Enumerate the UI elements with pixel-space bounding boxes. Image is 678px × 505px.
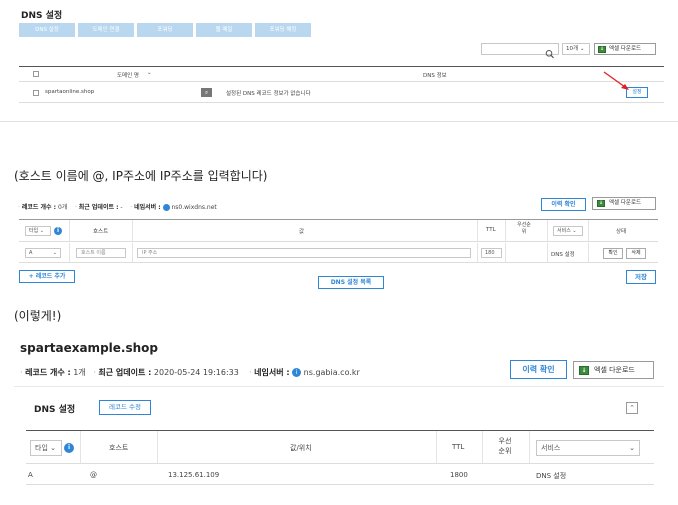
type-filter-select[interactable]: 타입 ⌄ xyxy=(30,440,62,456)
domain-title: spartaexample.shop xyxy=(20,341,158,355)
row-type: A xyxy=(29,250,33,256)
record-table-header: 타입 ⌄ i 호스트 값 TTL 우선순위 서비스 ⌄ 상태 xyxy=(19,220,658,242)
row-checkbox[interactable] xyxy=(33,90,39,96)
caption-instruction: (호스트 이름에 @, IP주소에 IP주소를 입력합니다) xyxy=(14,169,268,183)
header-host: 호스트 xyxy=(93,229,109,235)
header-priority: 우선순위 xyxy=(517,222,531,235)
nameserver-value: ns0.wixdns.net xyxy=(171,204,217,211)
table-row: A @ 13.125.61.109 1800 DNS 설정 xyxy=(26,465,654,485)
header-type: 타입 xyxy=(29,228,39,234)
host-input[interactable]: 호스트 이름 xyxy=(76,248,126,258)
row-service: DNS 설정 xyxy=(536,472,567,480)
excel-download-button[interactable]: ↓ 엑셀 다운로드 xyxy=(573,361,654,379)
settings-tabs: DNS 설정 도메인 연결 포워딩 웹 메일 포워딩 해킹 xyxy=(19,23,311,37)
excel-download-button[interactable]: ↓ 엑셀 다운로드 xyxy=(594,43,656,55)
ip-address-input[interactable]: IP 주소 xyxy=(137,248,471,258)
excel-icon: ↓ xyxy=(598,45,606,53)
header-ttl: TTL xyxy=(452,443,465,451)
add-record-button[interactable]: + 레코드 추가 xyxy=(19,270,75,283)
type-select[interactable]: A ⌄ xyxy=(25,248,61,258)
row-type: A xyxy=(28,471,33,479)
row-service: DNS 설정 xyxy=(551,252,575,258)
excel-icon: ↓ xyxy=(597,200,605,207)
collapse-icon[interactable]: ⌃ xyxy=(626,402,638,414)
domain-table: 도메인 명 ⌄ DNS 정보 spartaonline.shop 설정된 DNS… xyxy=(19,64,664,120)
info-icon: i xyxy=(292,368,302,377)
info-icon[interactable]: i xyxy=(54,227,62,235)
sort-icon[interactable]: ⌄ xyxy=(147,70,152,76)
table-row: spartaonline.shop 설정된 DNS 레코드 정보가 없습니다 xyxy=(19,83,664,103)
record-table-header: 타입 ⌄ i 호스트 값/위치 TTL 우선순위 서비스 ⌄ xyxy=(26,431,654,464)
header-status: 상태 xyxy=(616,229,627,235)
row-value: 13.125.61.109 xyxy=(168,471,220,479)
nameserver-label: 네임서버 : xyxy=(254,368,290,377)
header-value: 값/위치 xyxy=(290,444,312,452)
excel-download-label: 엑셀 다운로드 xyxy=(609,46,642,52)
last-update-label: 최근 업데이트 : xyxy=(98,368,152,377)
info-icon[interactable]: i xyxy=(64,443,74,453)
type-filter-select[interactable]: 타입 ⌄ xyxy=(25,226,51,236)
row-ttl: 180 xyxy=(485,250,495,256)
record-summary: · 레코드 개수 : 1개 · 최근 업데이트 : 2020-05-24 19:… xyxy=(20,368,360,377)
header-service: 서비스 xyxy=(557,228,571,234)
dns-settings-list-button[interactable]: DNS 설정 목록 xyxy=(318,276,384,289)
row-ttl: 1800 xyxy=(450,471,468,479)
caption-example: (이렇게!) xyxy=(14,309,62,323)
last-update-value: 2020-05-24 19:16:33 xyxy=(153,368,239,377)
record-count-value: 1개 xyxy=(73,368,86,377)
tab-forwarding[interactable]: 포워딩 xyxy=(137,23,193,37)
per-page-value: 10개 xyxy=(566,46,579,52)
excel-download-button[interactable]: ↓ 엑셀 다운로드 xyxy=(592,197,656,210)
info-icon xyxy=(162,204,170,211)
dns-settings-heading: DNS 설정 xyxy=(34,405,76,415)
chevron-down-icon: ⌄ xyxy=(629,444,635,452)
last-update-value: - xyxy=(120,204,123,211)
record-summary: · 레코드 개수 : 0개 · 최근 업데이트 : - · 네임서버 : ns0… xyxy=(18,204,217,211)
last-update-label: 최근 업데이트 : xyxy=(78,204,119,211)
tab-domain-connect[interactable]: 도메인 연결 xyxy=(78,23,134,37)
header-type: 타입 xyxy=(35,444,48,452)
confirm-button[interactable]: 확인 xyxy=(603,248,623,259)
history-button[interactable]: 이력 확인 xyxy=(510,360,567,379)
tab-webmail[interactable]: 웹 메일 xyxy=(196,23,252,37)
record-count-label: 레코드 개수 : xyxy=(21,204,57,211)
record-count-label: 레코드 개수 : xyxy=(25,368,71,377)
edit-record-button[interactable]: 레코드 수정 xyxy=(99,400,151,415)
search-icon[interactable]: ⌕ xyxy=(201,88,212,97)
row-host: @ xyxy=(90,471,97,479)
header-domain-name: 도메인 명 xyxy=(117,73,139,79)
domain-table-header: 도메인 명 ⌄ DNS 정보 xyxy=(19,67,664,82)
per-page-select[interactable]: 10개 ⌄ xyxy=(562,43,590,55)
select-all-checkbox[interactable] xyxy=(33,71,39,77)
service-filter-select[interactable]: 서비스 ⌄ xyxy=(536,440,640,456)
save-button[interactable]: 저장 xyxy=(626,270,656,284)
header-service: 서비스 xyxy=(541,444,561,452)
chevron-down-icon: ⌄ xyxy=(579,46,585,52)
nameserver-value: ns.gabia.co.kr xyxy=(303,368,360,377)
chevron-down-icon: ⌄ xyxy=(52,250,57,256)
excel-icon: ↓ xyxy=(579,366,589,375)
section-divider xyxy=(0,121,678,122)
excel-download-label: 엑셀 다운로드 xyxy=(609,200,642,206)
delete-button[interactable]: 삭제 xyxy=(626,248,646,259)
row-domain-name: spartaonline.shop xyxy=(45,89,95,95)
search-icon[interactable] xyxy=(543,44,557,59)
header-ttl: TTL xyxy=(486,227,496,233)
header-priority: 우선순위 xyxy=(498,437,512,455)
header-host: 호스트 xyxy=(109,444,129,452)
excel-download-label: 엑셀 다운로드 xyxy=(594,366,635,374)
red-arrow-annotation xyxy=(603,71,629,90)
table-row: A ⌄ 호스트 이름 IP 주소 180 DNS 설정 확인 삭제 xyxy=(19,243,658,263)
ttl-select[interactable]: 180 xyxy=(481,248,502,258)
record-count-value: 0개 xyxy=(57,204,68,211)
tab-forwarding-hacking[interactable]: 포워딩 해킹 xyxy=(255,23,311,37)
tab-dns-settings[interactable]: DNS 설정 xyxy=(19,23,75,37)
header-value: 값 xyxy=(299,229,305,235)
service-filter-select[interactable]: 서비스 ⌄ xyxy=(553,226,583,236)
dns-settings-title: DNS 설정 xyxy=(21,11,63,21)
header-dns-info: DNS 정보 xyxy=(423,73,447,79)
history-button[interactable]: 이력 확인 xyxy=(541,198,586,211)
row-dns-info: 설정된 DNS 레코드 정보가 없습니다 xyxy=(226,91,311,97)
nameserver-label: 네임서버 : xyxy=(134,204,161,211)
